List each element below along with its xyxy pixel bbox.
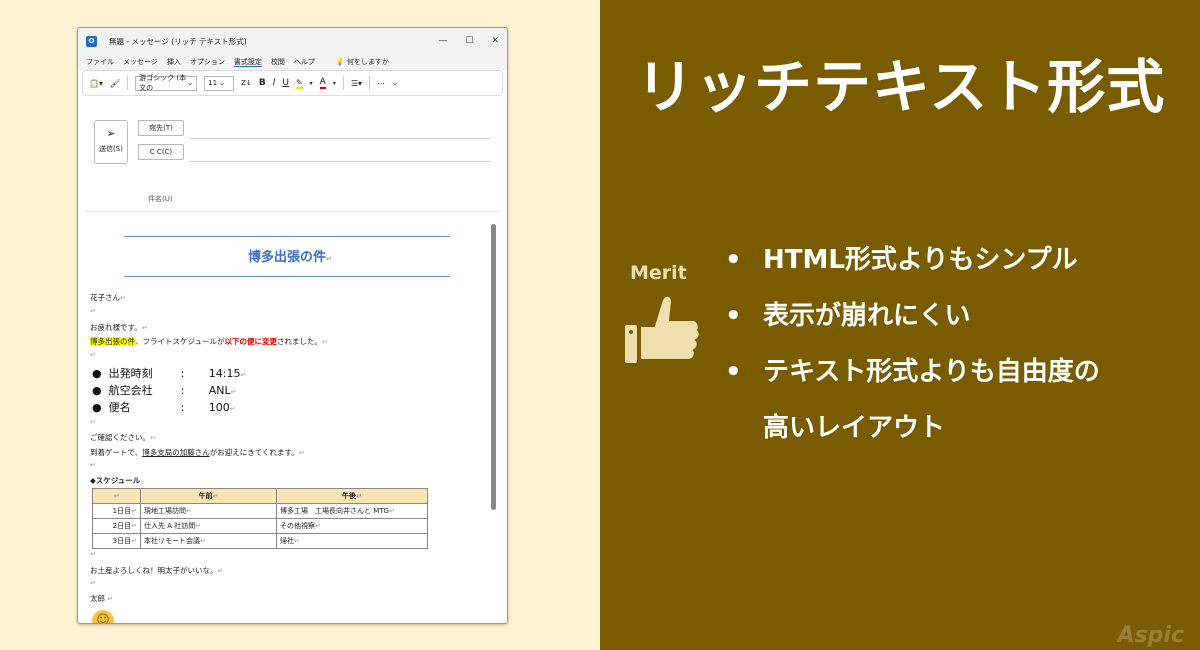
table-cell: その他視察↵: [276, 518, 428, 534]
left-panel: O 無題 - メッセージ (リッチ テキスト形式) — ☐ ✕ ファイル メッセ…: [0, 0, 600, 650]
title-bar: O 無題 - メッセージ (リッチ テキスト形式) — ☐ ✕: [78, 28, 507, 54]
change-notice-line: 博多出張の件、フライトスケジュールが以下の便に変更されました。↵: [90, 337, 328, 346]
font-size-select[interactable]: 11 ⌄: [204, 75, 235, 91]
table-cell: 1日目↵: [92, 503, 141, 519]
outlook-message-window: O 無題 - メッセージ (リッチ テキスト形式) — ☐ ✕ ファイル メッセ…: [77, 27, 508, 624]
chevron-down-icon[interactable]: ▾: [310, 80, 313, 87]
flight-item: ● 便名: 100↵: [92, 401, 236, 414]
table-cell: 本社リモート会議↵: [140, 533, 277, 549]
list-item: • テキスト形式よりも自由度の 高いレイアウト: [725, 357, 1100, 443]
list-item: • 表示が崩れにくい: [725, 301, 971, 331]
vertical-scrollbar[interactable]: [489, 218, 498, 618]
maximize-button[interactable]: ☐: [465, 36, 473, 46]
minimize-button[interactable]: —: [438, 36, 447, 46]
table-header-cell: 午後↵: [276, 488, 428, 504]
format-painter-icon[interactable]: 🖌: [110, 79, 120, 88]
close-button[interactable]: ✕: [491, 36, 499, 46]
blank-line: ↵: [90, 550, 96, 558]
signature-line: 太郎 ↵: [90, 594, 114, 603]
merit-label: Merit: [630, 262, 687, 284]
blank-line: ↵: [90, 351, 96, 359]
table-cell: 現地工場訪問↵: [140, 503, 277, 519]
toolbar-divider: [342, 76, 344, 90]
sort-icon[interactable]: Z↓: [241, 79, 252, 87]
outlook-icon: O: [86, 35, 97, 47]
blank-line: ↵: [90, 579, 96, 587]
toolbar-divider: [369, 76, 371, 90]
bullet-list-icon[interactable]: ☰▾: [351, 79, 362, 88]
font-color-button[interactable]: A: [319, 77, 326, 89]
right-panel: リッチテキスト形式 Merit • HTML形式よりもシンプル • 表示が崩れにくい…: [600, 0, 1200, 650]
tab-file[interactable]: ファイル: [86, 57, 114, 67]
italic-button[interactable]: I: [273, 78, 276, 88]
table-header-row: ↵ 午前↵ 午後↵: [92, 488, 428, 504]
tab-help[interactable]: ヘルプ: [294, 57, 315, 67]
tab-format-text[interactable]: 書式設定: [234, 57, 262, 67]
table-cell: 博多工場 工場長向井さんと MTG↵: [276, 503, 428, 519]
body-subject-heading: 博多出張の件↵: [248, 250, 332, 265]
send-button[interactable]: ➢ 送信(S): [94, 120, 128, 164]
tab-insert[interactable]: 挿入: [167, 57, 181, 67]
greeting-line: 花子さん↵: [90, 293, 126, 302]
compose-header: ➢ 送信(S) 宛先(T) C C(C) 件名(U): [84, 108, 499, 212]
merit-list: • HTML形式よりもシンプル • 表示が崩れにくい • テキスト形式よりも自由度の高…: [725, 232, 1175, 456]
bold-button[interactable]: B: [259, 78, 266, 88]
blank-line: ↵: [90, 307, 96, 315]
table-header-cell: 午前↵: [140, 488, 277, 504]
collapse-ribbon-icon[interactable]: ⌄: [392, 79, 398, 87]
more-options-button[interactable]: ⋯: [377, 79, 385, 88]
highlight-pen-icon[interactable]: ✎: [295, 78, 303, 89]
paste-icon[interactable]: 📋▾: [89, 79, 103, 88]
confirm-line: ご確認ください。↵: [90, 433, 156, 442]
cc-field[interactable]: [190, 161, 490, 162]
flight-item: ● 航空会社: ANL↵: [92, 384, 237, 397]
table-cell: 仕入先 A 社訪問↵: [140, 518, 277, 534]
tell-me-search[interactable]: 💡 何をしますか: [336, 57, 389, 67]
tab-review[interactable]: 校閲: [271, 57, 285, 67]
page-title: リッチテキスト形式: [636, 53, 1166, 121]
underlined-name: 博多支局の加藤さん: [142, 448, 210, 457]
title-rule-top: [124, 236, 450, 237]
intro-line: お疲れ様です。↵: [90, 323, 148, 332]
table-cell: 帰社↵: [276, 533, 428, 549]
schedule-heading: ◆スケジュール: [90, 476, 141, 485]
tab-message[interactable]: メッセージ: [123, 57, 158, 67]
chevron-down-icon[interactable]: ▾: [333, 80, 336, 87]
closing-line: お土産よろしくね！明太子がいいな。↵: [90, 566, 224, 575]
subject-label: 件名(U): [148, 195, 173, 203]
font-name-select[interactable]: 游ゴシック (本文の ⌄: [135, 74, 198, 92]
send-icon: ➢: [106, 127, 116, 140]
brand-watermark: Aspic: [1117, 623, 1184, 648]
list-item: • HTML形式よりもシンプル: [725, 245, 1078, 275]
tab-options[interactable]: オプション: [190, 57, 225, 67]
underline-button[interactable]: U: [282, 78, 289, 88]
table-row: 2日目↵ 仕入先 A 社訪問↵ その他視察↵: [92, 518, 428, 534]
highlighted-subject: 博多出張の件: [90, 337, 135, 346]
format-toolbar: 📋▾ 🖌 游ゴシック (本文の ⌄ 11 ⌄ Z↓ B I U ✎ ▾ A ▾ ☰▾ …: [82, 70, 503, 96]
thumbs-up-icon: [622, 290, 702, 374]
toolbar-divider: [127, 76, 129, 90]
table-cell: 2日目↵: [92, 518, 141, 534]
table-header-cell: ↵: [92, 488, 141, 504]
schedule-table: ↵ 午前↵ 午後↵ 1日目↵ 現地工場訪問↵ 博多工場 工場長向井さんと MTG…: [92, 488, 428, 549]
window-title: 無題 - メッセージ (リッチ テキスト形式): [109, 36, 247, 46]
flight-item: ● 出発時刻: 14:15↵: [92, 367, 247, 380]
smiley-emoji-icon: ☺: [92, 610, 114, 623]
to-field[interactable]: [190, 138, 490, 139]
blank-line: ↵: [90, 461, 96, 469]
arrival-line: 到着ゲートで、博多支局の加藤さんがお迎えにきてくれます。↵: [90, 448, 305, 457]
ribbon-tabs: ファイル メッセージ 挿入 オプション 書式設定 校閲 ヘルプ 💡 何をしますか: [78, 54, 507, 70]
table-row: 3日目↵ 本社リモート会議↵ 帰社↵: [92, 533, 428, 549]
red-emphasis: 以下の便に変更: [224, 337, 277, 346]
title-rule-bottom: [124, 276, 450, 277]
scroll-thumb[interactable]: [491, 224, 496, 510]
to-button[interactable]: 宛先(T): [138, 120, 184, 136]
cc-button[interactable]: C C(C): [138, 144, 184, 160]
table-row: 1日目↵ 現地工場訪問↵ 博多工場 工場長向井さんと MTG↵: [92, 503, 428, 519]
table-cell: 3日目↵: [92, 533, 141, 549]
lightbulb-icon: 💡: [335, 58, 345, 66]
blank-line: ↵: [90, 418, 96, 426]
